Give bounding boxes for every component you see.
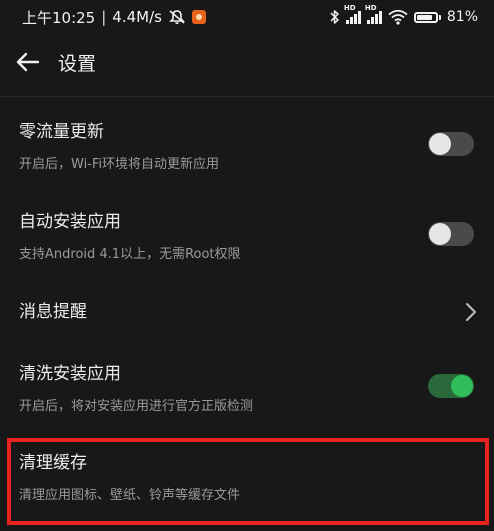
app-notification-icon (191, 10, 206, 24)
setting-clean-install[interactable]: 清洗安装应用 开启后，将对安装应用进行官方正版检测 (0, 363, 494, 416)
setting-title: 清洗安装应用 (19, 364, 121, 384)
status-bar-left: 上午10:25 | 4.4M/s (22, 7, 206, 28)
setting-description: 开启后，将对安装应用进行官方正版检测 (19, 399, 254, 414)
status-bar-right: HD HD 81% (330, 4, 478, 25)
chevron-right-icon (466, 303, 476, 321)
header-divider (0, 96, 494, 97)
wifi-icon (388, 9, 408, 25)
signal-strength-icon-2: HD (365, 4, 382, 24)
toggle-knob (429, 223, 451, 245)
bluetooth-icon (330, 9, 340, 25)
setting-title: 自动安装应用 (19, 212, 121, 232)
setting-zero-data-update[interactable]: 零流量更新 开启后，Wi-Fi环境将自动更新应用 (0, 121, 494, 174)
battery-percent: 81% (446, 9, 478, 25)
setting-auto-install[interactable]: 自动安装应用 支持Android 4.1以上，无需Root权限 (0, 211, 494, 264)
toggle-knob (451, 375, 473, 397)
back-button[interactable] (14, 48, 42, 76)
setting-message-reminder[interactable]: 消息提醒 (0, 301, 494, 323)
top-app-bar: 设置 (0, 40, 494, 84)
setting-description: 支持Android 4.1以上，无需Root权限 (19, 247, 241, 262)
status-bar: 上午10:25 | 4.4M/s HD HD 81% (0, 0, 494, 34)
toggle-knob (429, 133, 451, 155)
arrow-left-icon (16, 52, 40, 72)
network-speed: 4.4M/s (112, 8, 162, 26)
clean-install-toggle[interactable] (428, 374, 474, 398)
setting-description: 开启后，Wi-Fi环境将自动更新应用 (19, 157, 220, 172)
zero-data-update-toggle[interactable] (428, 132, 474, 156)
auto-install-toggle[interactable] (428, 222, 474, 246)
setting-title: 零流量更新 (19, 122, 104, 142)
mute-icon (168, 9, 186, 25)
status-separator: | (101, 8, 107, 26)
setting-title: 清理缓存 (19, 453, 87, 473)
battery-icon (413, 11, 441, 23)
signal-strength-icon-1: HD (344, 4, 361, 24)
hd-label-2: HD (364, 4, 377, 12)
setting-title: 消息提醒 (19, 302, 87, 322)
hd-label: HD (343, 4, 356, 12)
page-title: 设置 (58, 52, 97, 75)
setting-description: 清理应用图标、壁纸、铃声等缓存文件 (19, 488, 241, 503)
status-time: 上午10:25 (22, 8, 96, 27)
setting-clear-cache[interactable]: 清理缓存 清理应用图标、壁纸、铃声等缓存文件 (0, 452, 494, 505)
